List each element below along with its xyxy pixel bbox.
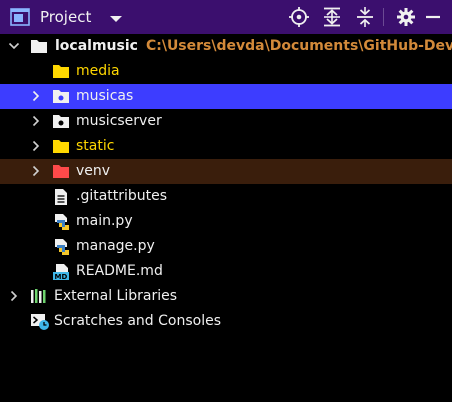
tree-item-static[interactable]: static [0, 134, 452, 159]
tree-item-label: Scratches and Consoles [54, 313, 221, 329]
python-file-icon [53, 213, 71, 230]
collapse-all-icon[interactable] [353, 5, 377, 29]
tree-item-label: musicserver [76, 113, 162, 129]
tree-item-musicas[interactable]: musicas [0, 84, 452, 109]
tree-item-venv[interactable]: venv [0, 159, 452, 184]
python-file-icon [53, 238, 71, 255]
excluded-folder-icon [52, 163, 70, 179]
tree-item-manage-py[interactable]: manage.py [0, 234, 452, 259]
project-view-icon [10, 8, 30, 26]
tree-item-scratches[interactable]: Scratches and Consoles [0, 309, 452, 334]
tree-item-label: .gitattributes [76, 188, 168, 204]
tree-item-gitattributes[interactable]: .gitattributes [0, 184, 452, 209]
tree-item-label: media [76, 63, 120, 79]
expand-all-icon[interactable] [320, 5, 344, 29]
tree-root-localmusic[interactable]: localmusic C:\Users\devda\Documents\GitHu… [0, 34, 452, 59]
package-folder-icon [52, 113, 70, 129]
library-icon [30, 288, 48, 304]
folder-icon [52, 138, 70, 154]
tree-item-label: musicas [76, 88, 134, 104]
gear-icon[interactable] [394, 5, 418, 29]
package-folder-icon [52, 88, 70, 104]
chevron-right-icon[interactable] [30, 90, 42, 102]
view-title: Project [40, 8, 92, 26]
chevron-down-icon[interactable] [8, 40, 20, 52]
svg-text:MD: MD [55, 273, 68, 281]
tree-item-readme-md[interactable]: MD README.md [0, 259, 452, 284]
tree-item-label: venv [76, 163, 111, 179]
tree-item-musicserver[interactable]: musicserver [0, 109, 452, 134]
tree-item-main-py[interactable]: main.py [0, 209, 452, 234]
chevron-right-icon[interactable] [30, 165, 42, 177]
chevron-right-icon[interactable] [30, 140, 42, 152]
scratches-icon [30, 313, 49, 330]
minimize-icon[interactable] [421, 5, 445, 29]
locate-icon[interactable] [287, 5, 311, 29]
folder-icon [52, 63, 70, 79]
root-label: localmusic C:\Users\devda\Documents\GitHu… [55, 37, 452, 55]
tree-item-label: External Libraries [54, 288, 177, 304]
tree-item-label: README.md [76, 263, 163, 279]
folder-icon [30, 38, 48, 54]
chevron-down-icon[interactable] [109, 12, 123, 22]
root-path: C:\Users\devda\Documents\GitHub-DevDanie… [145, 38, 452, 54]
tree-item-label: manage.py [76, 238, 155, 254]
tree-item-label: main.py [76, 213, 133, 229]
view-selector[interactable]: Project [0, 0, 123, 34]
chevron-right-icon[interactable] [30, 115, 42, 127]
markdown-file-icon: MD [52, 263, 70, 281]
project-tool-window-header: Project [0, 0, 452, 34]
chevron-right-icon[interactable] [8, 290, 20, 302]
tree-item-label: static [76, 138, 115, 154]
root-name: localmusic [55, 38, 138, 54]
tree-item-external-libraries[interactable]: External Libraries [0, 284, 452, 309]
tree-item-media[interactable]: media [0, 59, 452, 84]
text-file-icon [53, 188, 71, 205]
toolbar-separator [383, 8, 384, 26]
